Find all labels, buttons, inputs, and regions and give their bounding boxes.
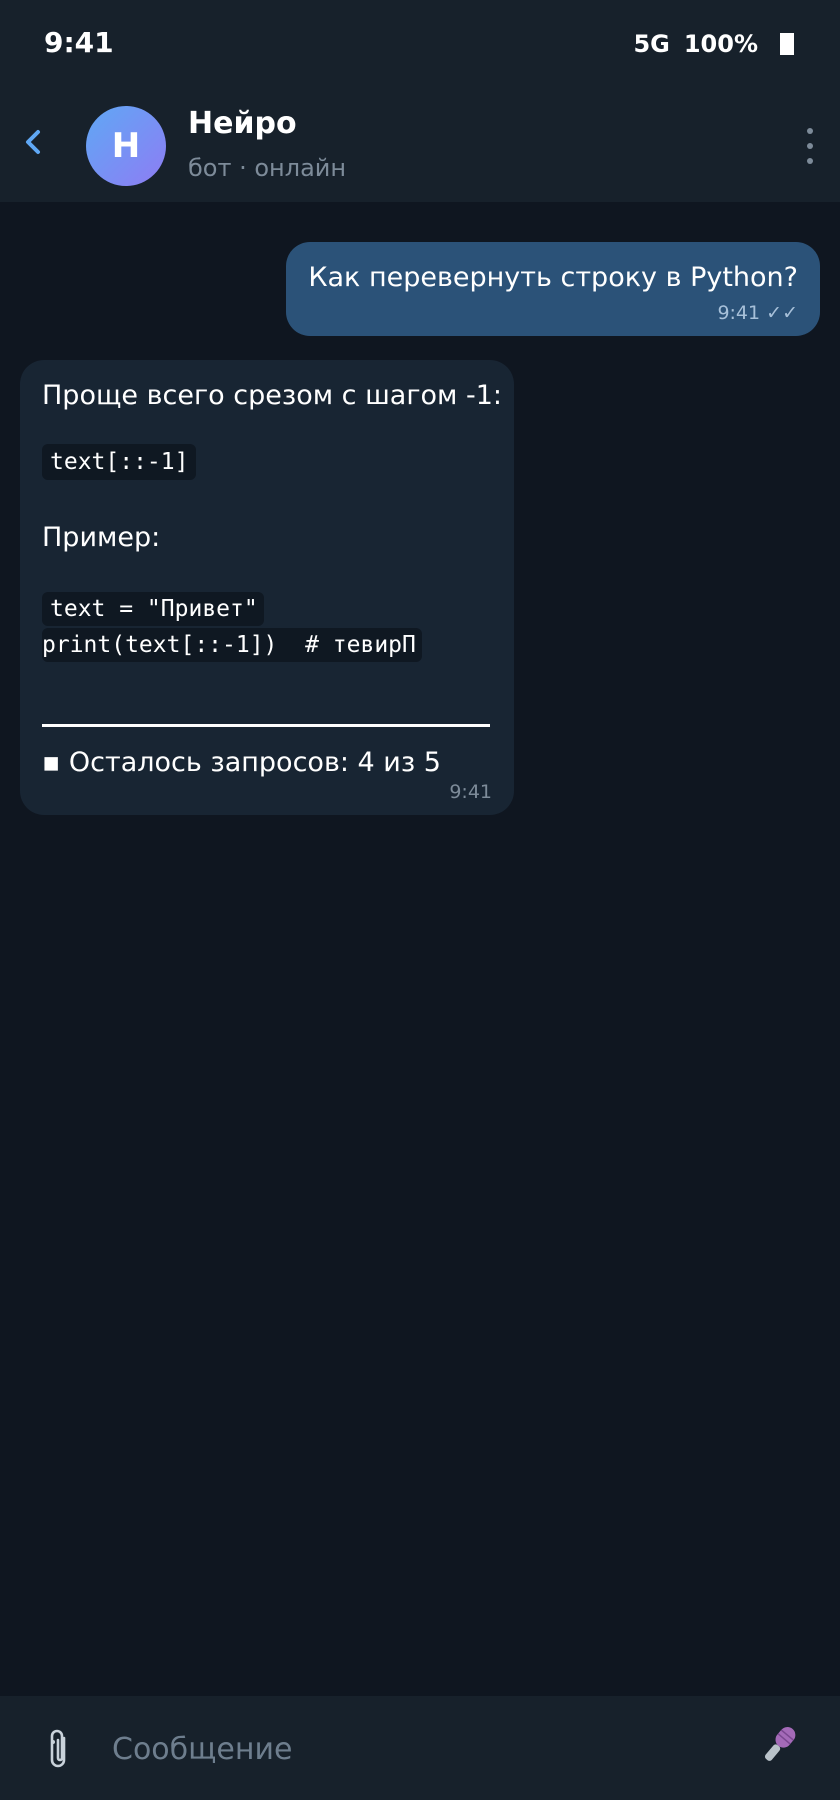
back-button[interactable] — [22, 124, 44, 160]
battery-label: 100% — [683, 30, 758, 58]
code-block[interactable]: text = "Привет" print(text[::-1]) # теви… — [42, 592, 492, 664]
incoming-intro: Проще всего срезом с шагом -1: — [42, 380, 503, 411]
example-label: Пример: — [42, 522, 161, 553]
avatar[interactable]: Н — [86, 106, 166, 186]
chat-title[interactable]: Нейро — [188, 106, 297, 141]
code-inline[interactable]: text[::-1] — [42, 444, 197, 480]
microphone-button[interactable] — [754, 1720, 804, 1770]
status-bar: 9:41 5G 100% — [0, 0, 840, 92]
code-line: print(text[::-1]) # тевирП — [42, 628, 422, 662]
code-line: text = "Привет" — [42, 592, 264, 626]
network-label: 5G — [633, 30, 670, 58]
chat-header: Н Нейро бот · онлайн — [0, 92, 840, 202]
incoming-message-time: 9:41 — [449, 781, 492, 803]
outgoing-message-text: Как перевернуть строку в Python? — [308, 262, 798, 293]
chevron-left-icon — [26, 130, 40, 154]
status-time: 9:41 — [44, 26, 114, 59]
paperclip-icon — [50, 1729, 66, 1768]
status-indicators: 5G 100% — [633, 30, 794, 58]
avatar-letter: Н — [111, 126, 141, 166]
more-menu-button[interactable] — [804, 128, 816, 164]
quota-text: ▪ Осталось запросов: 4 из 5 — [42, 747, 441, 778]
outgoing-message[interactable]: Как перевернуть строку в Python? 9:41 ✓✓ — [286, 242, 820, 336]
incoming-message[interactable]: Проще всего срезом с шагом -1: text[::-1… — [20, 360, 514, 815]
chat-status: бот · онлайн — [188, 154, 347, 182]
battery-icon — [780, 33, 794, 55]
message-input-bar — [0, 1696, 840, 1800]
microphone-icon — [764, 1727, 796, 1761]
read-checks-icon: ✓✓ — [766, 302, 798, 324]
outgoing-message-time: 9:41 — [717, 302, 761, 324]
message-input[interactable] — [110, 1718, 734, 1780]
outgoing-message-meta: 9:41 ✓✓ — [308, 302, 798, 324]
attach-button[interactable] — [42, 1726, 76, 1774]
more-vertical-icon — [807, 128, 813, 134]
